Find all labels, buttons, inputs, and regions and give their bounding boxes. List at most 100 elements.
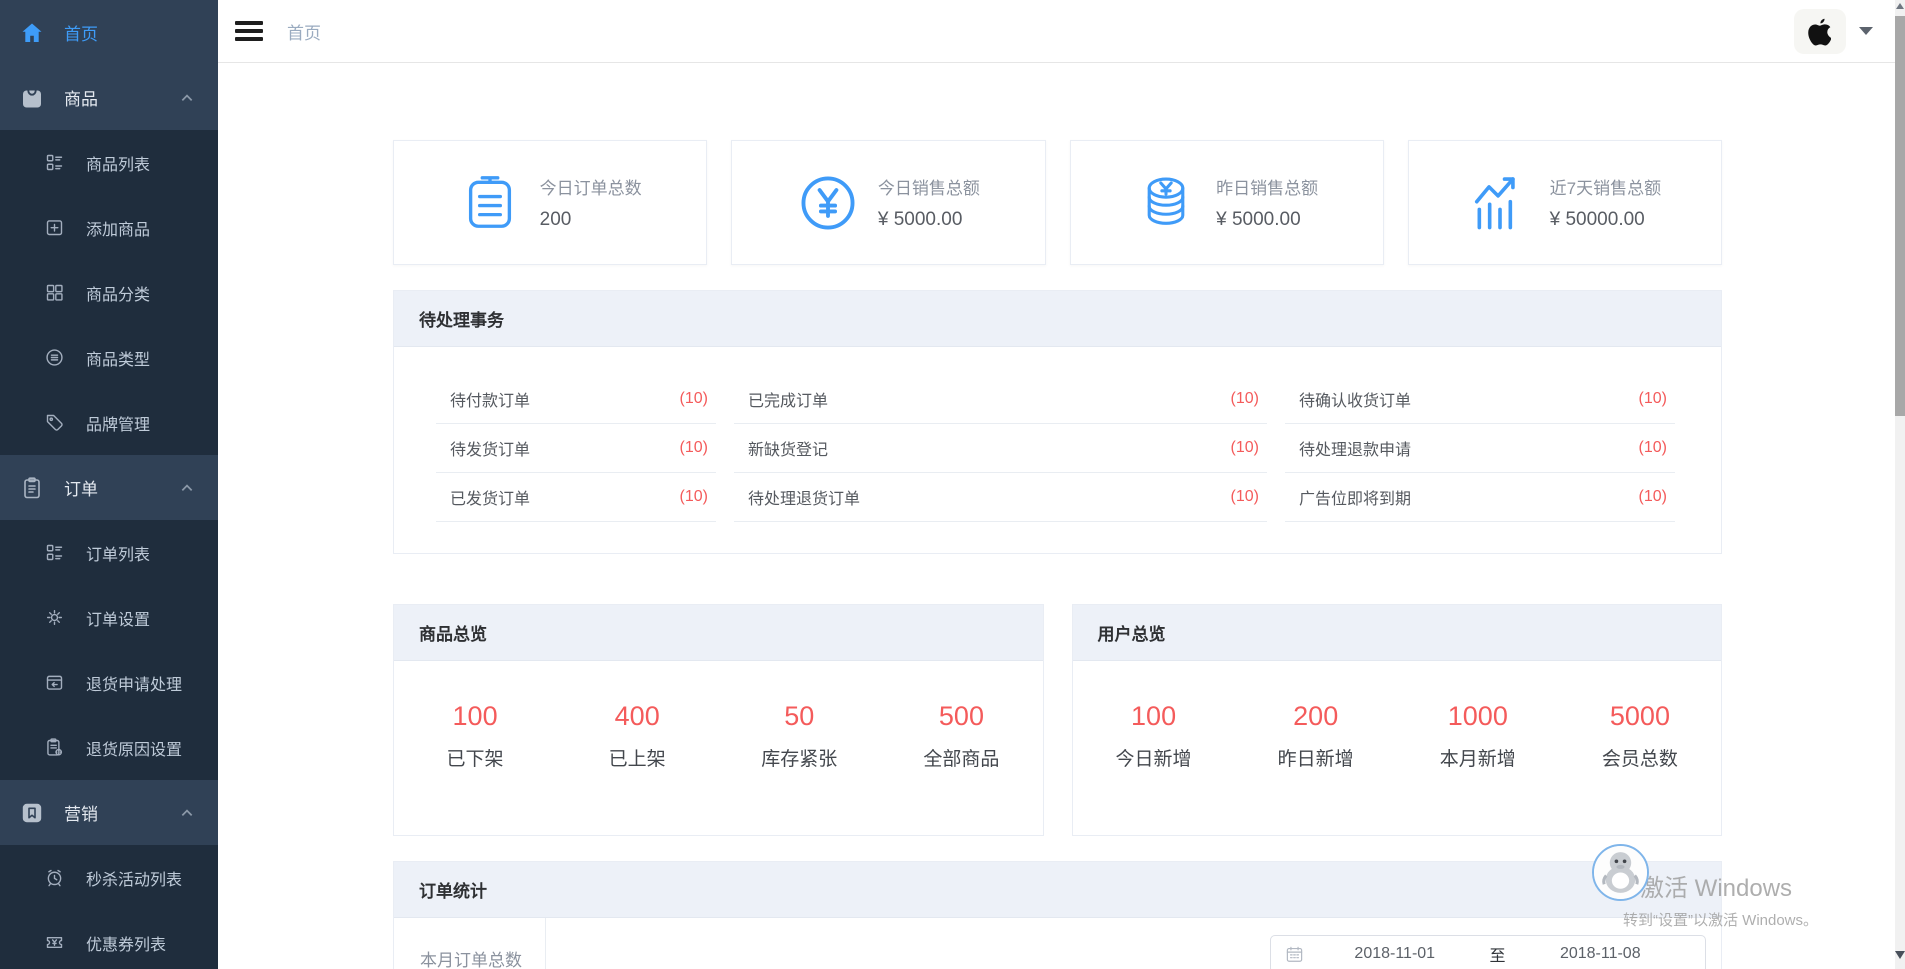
sidebar-group-product[interactable]: 商品: [0, 65, 218, 130]
app-root: 首页 商品 商品列表 添加商品: [0, 0, 1905, 969]
date-range-picker[interactable]: 2018-11-01 至 2018-11-08: [1270, 935, 1706, 969]
todo-item[interactable]: 待付款订单 (10): [436, 375, 716, 424]
stat-cards-row: 今日订单总数 200 今日销售总额 ¥ 5000.00: [393, 140, 1722, 265]
sidebar-group-order[interactable]: 订单: [0, 455, 218, 520]
overview-stat-label: 会员总数: [1559, 744, 1721, 771]
sidebar-group-label: 商品: [64, 85, 98, 110]
sidebar-item-add-product[interactable]: 添加商品: [0, 195, 218, 260]
scrollbar-up-arrow-icon[interactable]: [1896, 3, 1904, 9]
sidebar-item-label: 退货原因设置: [86, 736, 182, 760]
sidebar-item-flash-sale-list[interactable]: 秒杀活动列表: [0, 845, 218, 910]
overview-stat[interactable]: 50 库存紧张: [718, 701, 880, 835]
avatar[interactable]: [1794, 9, 1846, 54]
overview-stat[interactable]: 500 全部商品: [880, 701, 1042, 835]
todo-item[interactable]: 广告位即将到期 (10): [1285, 473, 1675, 522]
sidebar-item-brand-management[interactable]: 品牌管理: [0, 390, 218, 455]
todo-item[interactable]: 待确认收货订单 (10): [1285, 375, 1675, 424]
overview-stat-value: 200: [1235, 701, 1397, 732]
todo-body: 待付款订单 (10) 待发货订单 (10) 已发货订单 (10): [394, 347, 1721, 553]
order-list-icon: [44, 542, 65, 563]
sidebar-item-order-list[interactable]: 订单列表: [0, 520, 218, 585]
stat-card-sales-week: 近7天销售总额 ¥ 50000.00: [1408, 140, 1722, 265]
todo-item[interactable]: 新缺货登记 (10): [734, 424, 1267, 473]
overview-stat[interactable]: 100 今日新增: [1073, 701, 1235, 835]
todo-column: 待确认收货订单 (10) 待处理退款申请 (10) 广告位即将到期 (10): [1285, 375, 1675, 522]
sidebar-item-product-list[interactable]: 商品列表: [0, 130, 218, 195]
sidebar-item-product-type[interactable]: 商品类型: [0, 325, 218, 390]
date-end-value[interactable]: 2018-11-08: [1510, 945, 1692, 963]
overview-stat-label: 昨日新增: [1235, 744, 1397, 771]
topbar-right: [1794, 9, 1873, 54]
user-overview-panel: 用户总览 100 今日新增 200 昨日新增 1000 本月新增: [1072, 604, 1723, 836]
sidebar-item-order-settings[interactable]: 订单设置: [0, 585, 218, 650]
order-metric-label: 本月订单总数: [420, 946, 545, 969]
todo-label: 待处理退款申请: [1299, 436, 1411, 460]
overview-stat[interactable]: 200 昨日新增: [1235, 701, 1397, 835]
overview-stat[interactable]: 100 已下架: [394, 701, 556, 835]
todo-count: (10): [1231, 439, 1259, 457]
todo-label: 待发货订单: [450, 436, 530, 460]
todo-item[interactable]: 已完成订单 (10): [734, 375, 1267, 424]
stat-card-sales-today: 今日销售总额 ¥ 5000.00: [731, 140, 1045, 265]
sidebar-item-home[interactable]: 首页: [0, 0, 218, 65]
todo-item[interactable]: 已发货订单 (10): [436, 473, 716, 522]
scrollbar[interactable]: [1895, 0, 1905, 969]
stat-card-value: 200: [540, 209, 642, 231]
sidebar-item-coupon-list[interactable]: 优惠券列表: [0, 910, 218, 969]
breadcrumb: 首页: [287, 19, 321, 44]
product-overview-panel: 商品总览 100 已下架 400 已上架 50 库存紧张: [393, 604, 1044, 836]
overview-stat-label: 库存紧张: [718, 744, 880, 771]
date-start-value[interactable]: 2018-11-01: [1304, 945, 1486, 963]
product-type-icon: [44, 347, 65, 368]
sidebar-group-marketing[interactable]: 营销: [0, 780, 218, 845]
topbar: 首页: [218, 0, 1905, 63]
overview-stat-label: 本月新增: [1397, 744, 1559, 771]
overview-stat[interactable]: 1000 本月新增: [1397, 701, 1559, 835]
todo-label: 已完成订单: [748, 387, 828, 411]
todo-item[interactable]: 待发货订单 (10): [436, 424, 716, 473]
todo-label: 广告位即将到期: [1299, 485, 1411, 509]
overview-stat-value: 500: [880, 701, 1042, 732]
chevron-up-icon: [180, 481, 194, 495]
date-range-separator: 至: [1486, 942, 1510, 966]
stat-card-label: 今日订单总数: [540, 174, 642, 199]
qq-penguin-icon[interactable]: [1592, 844, 1649, 901]
order-total-icon: [459, 172, 521, 234]
content: 今日订单总数 200 今日销售总额 ¥ 5000.00: [218, 63, 1905, 969]
sidebar-item-product-category[interactable]: 商品分类: [0, 260, 218, 325]
sidebar-item-label: 秒杀活动列表: [86, 866, 182, 890]
todo-label: 待确认收货订单: [1299, 387, 1411, 411]
todo-label: 待处理退货订单: [748, 485, 860, 509]
sidebar-submenu-product: 商品列表 添加商品 商品分类 商品类型: [0, 130, 218, 455]
add-product-icon: [44, 217, 65, 238]
stat-card-value: ¥ 5000.00: [1216, 209, 1318, 231]
sidebar-item-return-apply[interactable]: 退货申请处理: [0, 650, 218, 715]
product-overview-body: 100 已下架 400 已上架 50 库存紧张 500: [394, 661, 1043, 835]
sidebar-item-return-reason[interactable]: 退货原因设置: [0, 715, 218, 780]
todo-label: 待付款订单: [450, 387, 530, 411]
chevron-up-icon: [180, 91, 194, 105]
overview-stat-value: 50: [718, 701, 880, 732]
sidebar-group-label: 订单: [64, 475, 98, 500]
stat-card-orders-today: 今日订单总数 200: [393, 140, 707, 265]
stat-card-value: ¥ 5000.00: [878, 209, 980, 231]
stat-card-meta: 今日订单总数 200: [540, 174, 642, 231]
hamburger-menu-button[interactable]: [235, 21, 263, 41]
overview-stat[interactable]: 5000 会员总数: [1559, 701, 1721, 835]
overview-stat[interactable]: 400 已上架: [556, 701, 718, 835]
flash-sale-icon: [44, 867, 65, 888]
stat-card-meta: 近7天销售总额 ¥ 50000.00: [1550, 174, 1661, 231]
yen-circle-icon: [797, 172, 859, 234]
sidebar-item-label: 退货申请处理: [86, 671, 182, 695]
caret-down-icon[interactable]: [1859, 27, 1873, 35]
stat-card-meta: 今日销售总额 ¥ 5000.00: [878, 174, 980, 231]
product-bag-icon: [20, 86, 44, 110]
todo-column: 待付款订单 (10) 待发货订单 (10) 已发货订单 (10): [436, 375, 716, 522]
todo-item[interactable]: 待处理退款申请 (10): [1285, 424, 1675, 473]
scrollbar-thumb[interactable]: [1895, 16, 1905, 416]
todo-item[interactable]: 待处理退货订单 (10): [734, 473, 1267, 522]
scrollbar-down-arrow-icon[interactable]: [1895, 951, 1905, 959]
todo-count: (10): [1231, 488, 1259, 506]
todo-count: (10): [1231, 390, 1259, 408]
main-area: 首页 今日订单总数 200: [218, 0, 1905, 969]
